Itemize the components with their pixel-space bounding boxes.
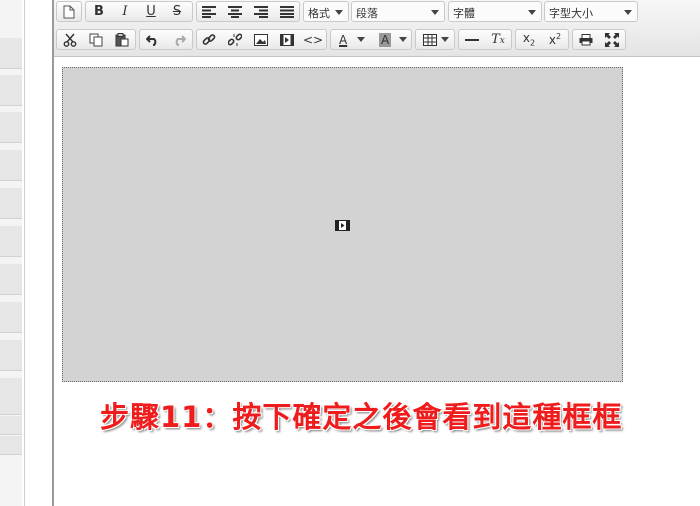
divider — [24, 0, 25, 506]
link-icon[interactable] — [198, 30, 220, 49]
font-size-label: 字型大小 — [549, 7, 593, 20]
step-caption: 步驟11：按下確定之後會看到這種框框 — [100, 400, 623, 434]
text-color-icon[interactable]: A — [333, 30, 371, 49]
remove-format-icon[interactable]: Tx — [487, 30, 509, 49]
strikethrough-icon[interactable]: S — [166, 2, 188, 21]
horizontal-rule-icon[interactable] — [461, 30, 483, 49]
sidebar-row[interactable] — [0, 75, 22, 106]
table-icon[interactable] — [418, 30, 454, 49]
source-icon[interactable]: <> — [302, 30, 324, 49]
align-left-icon[interactable] — [198, 2, 220, 21]
editor-toolbar: B I U S 格式 段落 字體 字型大小 <> A A Tx x2 x2 — [54, 0, 700, 57]
bold-icon[interactable]: B — [88, 2, 110, 21]
alignment-group — [196, 1, 300, 22]
font-size-select[interactable]: 字型大小 — [544, 1, 638, 22]
chevron-down-icon — [431, 10, 439, 15]
sidebar-row[interactable] — [0, 302, 22, 333]
history-group — [139, 29, 193, 50]
tools-group — [572, 29, 626, 50]
sidebar-row[interactable] — [0, 340, 22, 371]
copy-icon[interactable] — [85, 30, 107, 49]
unlink-icon[interactable] — [224, 30, 246, 49]
font-label: 字體 — [453, 7, 475, 20]
align-center-icon[interactable] — [224, 2, 246, 21]
sidebar-row[interactable] — [0, 378, 22, 415]
italic-icon[interactable]: I — [114, 2, 136, 21]
font-select[interactable]: 字體 — [448, 1, 542, 22]
sidebar-row[interactable] — [0, 416, 22, 435]
paragraph-select[interactable]: 段落 — [351, 1, 445, 22]
format-select[interactable]: 格式 — [303, 1, 349, 22]
image-icon[interactable] — [250, 30, 272, 49]
document-group — [56, 1, 82, 22]
sidebar-row[interactable] — [0, 226, 22, 257]
left-sidebar — [0, 0, 22, 506]
paste-icon[interactable] — [111, 30, 133, 49]
editor-border — [52, 0, 54, 506]
underline-icon[interactable]: U — [140, 2, 162, 21]
chevron-down-icon — [624, 10, 632, 15]
chevron-down-icon — [528, 10, 536, 15]
embedded-media-icon — [335, 220, 350, 231]
sidebar-row[interactable] — [0, 150, 22, 181]
new-document-icon[interactable] — [58, 2, 80, 21]
script-group: x2 x2 — [515, 29, 569, 50]
embedded-media-placeholder[interactable] — [62, 67, 623, 382]
basic-styles-group: B I U S — [85, 1, 193, 22]
subscript-icon[interactable]: x2 — [518, 30, 540, 49]
clipboard-group — [56, 29, 136, 50]
cut-icon[interactable] — [59, 30, 81, 49]
print-icon[interactable] — [575, 30, 597, 49]
sidebar-row[interactable] — [0, 264, 22, 295]
table-group — [415, 29, 455, 50]
sidebar-row[interactable] — [0, 38, 22, 69]
insert-group: <> — [196, 29, 327, 50]
justify-icon[interactable] — [276, 2, 298, 21]
paragraph-label: 段落 — [356, 7, 378, 20]
hr-format-group: Tx — [458, 29, 512, 50]
maximize-icon[interactable] — [601, 30, 623, 49]
chevron-down-icon — [335, 10, 343, 15]
colors-group: A A — [330, 29, 412, 50]
sidebar-row[interactable] — [0, 112, 22, 143]
align-right-icon[interactable] — [250, 2, 272, 21]
undo-icon[interactable] — [142, 30, 164, 49]
superscript-icon[interactable]: x2 — [544, 30, 566, 49]
format-label: 格式 — [308, 7, 330, 20]
background-color-icon[interactable]: A — [373, 30, 411, 49]
sidebar-row[interactable] — [0, 436, 22, 455]
redo-icon[interactable] — [168, 30, 190, 49]
flash-icon[interactable] — [276, 30, 298, 49]
sidebar-row[interactable] — [0, 188, 22, 219]
